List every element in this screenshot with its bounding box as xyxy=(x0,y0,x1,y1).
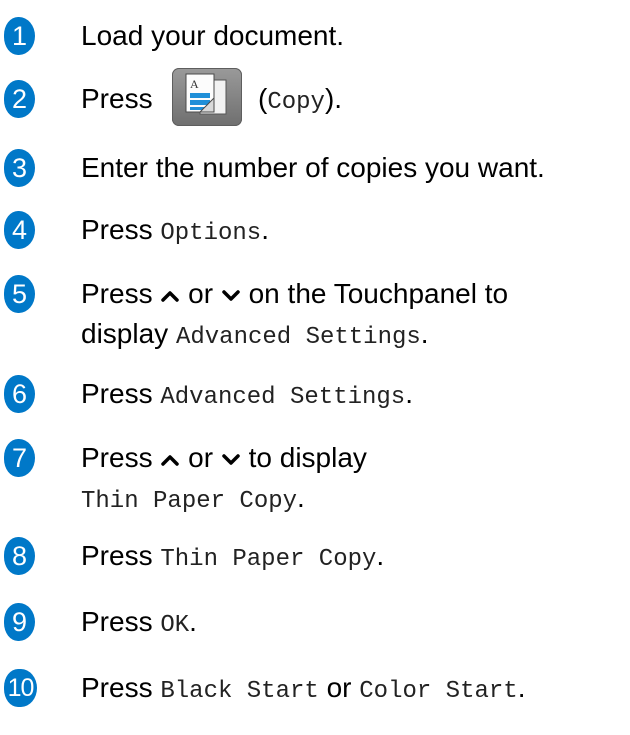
paren-open: ( xyxy=(258,83,268,114)
period: . xyxy=(420,318,429,349)
option-label: Options xyxy=(160,220,262,247)
step-text: Press OK. xyxy=(81,602,197,646)
press-word: Press xyxy=(81,672,153,703)
step-number-badge: 10 xyxy=(4,669,37,707)
svg-text:A: A xyxy=(190,77,199,91)
step-number-badge: 6 xyxy=(4,375,35,413)
step-number-badge: 3 xyxy=(4,149,35,187)
option-label-black-start: Black Start xyxy=(160,678,319,705)
step-text-line2: display Advanced Settings. xyxy=(81,314,429,358)
option-label: Advanced Settings xyxy=(175,324,421,351)
period: . xyxy=(261,214,269,245)
step-number-badge: 9 xyxy=(4,603,35,641)
step-text: Enter the number of copies you want. xyxy=(81,148,545,188)
copy-button[interactable]: A xyxy=(172,68,242,126)
chevron-down-icon xyxy=(222,453,240,465)
option-label: Thin Paper Copy xyxy=(81,488,298,515)
display-word: display xyxy=(81,318,169,349)
step-text-line2: Thin Paper Copy. xyxy=(81,478,305,522)
press-word: Press xyxy=(81,278,153,309)
step-text: Press Thin Paper Copy. xyxy=(81,536,384,580)
or-word: or xyxy=(188,278,214,309)
step-number-badge: 4 xyxy=(4,211,35,249)
step-instruction: Load your document. xyxy=(81,20,345,51)
step-text: Load your document. xyxy=(81,16,344,56)
chevron-up-icon xyxy=(161,454,180,466)
paren-close: ). xyxy=(324,83,343,114)
step-text: Press or on the Touchpanel to xyxy=(81,274,508,314)
period: . xyxy=(517,672,526,703)
step-text: Press or to display xyxy=(81,438,367,478)
period: . xyxy=(376,540,385,571)
period: . xyxy=(297,482,305,513)
step-text: Press Black Start or Color Start. xyxy=(81,668,525,712)
step-number-badge: 5 xyxy=(4,275,35,313)
press-word: Press xyxy=(81,606,153,637)
step-text: Press Advanced Settings. xyxy=(81,374,413,418)
copy-button-label: Copy xyxy=(267,89,325,116)
press-word: Press xyxy=(81,214,153,245)
step-text-continued: (Copy). xyxy=(258,79,342,123)
press-word: Press xyxy=(81,378,153,409)
period: . xyxy=(405,378,413,409)
copy-icon: A xyxy=(185,73,227,115)
option-label: OK xyxy=(160,612,190,639)
step-instruction: to display xyxy=(248,442,367,473)
step-instruction: Enter the number of copies you want. xyxy=(81,152,545,183)
press-word: Press xyxy=(81,83,153,114)
option-label: Thin Paper Copy xyxy=(160,546,377,573)
period: . xyxy=(189,606,197,637)
chevron-up-icon xyxy=(161,290,180,302)
press-word: Press xyxy=(81,540,153,571)
step-number-badge: 7 xyxy=(4,439,35,477)
chevron-down-icon xyxy=(222,289,240,301)
step-instruction: on the Touchpanel to xyxy=(248,278,509,309)
step-text: Press Options. xyxy=(81,210,269,254)
or-word: or xyxy=(188,442,214,473)
or-word: or xyxy=(326,672,352,703)
step-number-badge: 2 xyxy=(4,80,35,118)
step-number-badge: 1 xyxy=(4,17,35,55)
option-label: Advanced Settings xyxy=(160,384,406,411)
step-text: Press xyxy=(81,79,153,119)
press-word: Press xyxy=(81,442,153,473)
step-number-badge: 8 xyxy=(4,537,35,575)
option-label-color-start: Color Start xyxy=(359,678,518,705)
